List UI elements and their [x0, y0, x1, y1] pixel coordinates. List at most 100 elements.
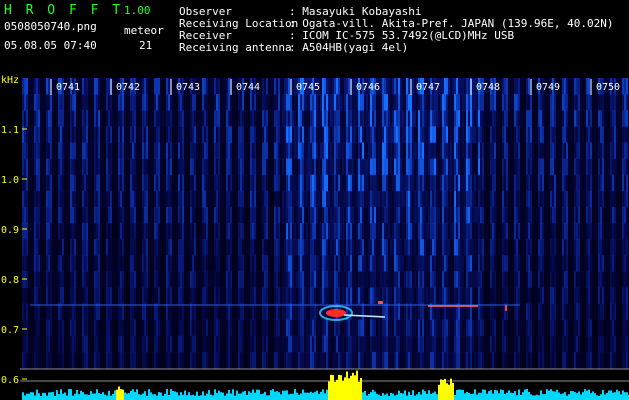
- spectrogram-cell: [528, 110, 530, 127]
- spectrogram-cell: [370, 110, 372, 127]
- spectrogram-cell: [434, 271, 436, 288]
- spectrogram-cell: [334, 223, 336, 240]
- spectrogram-cell: [422, 142, 424, 160]
- spectrogram-cell: [184, 94, 186, 111]
- spectrogram-cell: [38, 110, 40, 127]
- spectrogram-cell: [94, 78, 96, 95]
- spectrogram-cell: [348, 223, 350, 240]
- spectrogram-cell: [230, 239, 232, 256]
- spectrogram-cell: [332, 174, 334, 192]
- spectrogram-cell: [180, 94, 182, 111]
- spectrogram-cell: [450, 287, 452, 305]
- spectrogram-cell: [452, 110, 454, 127]
- spectrogram-cell: [420, 94, 422, 111]
- spectrogram-cell: [462, 94, 464, 111]
- spectrogram-cell: [284, 319, 286, 337]
- spectrogram-cell: [242, 255, 244, 272]
- spectrogram-cell: [342, 142, 344, 160]
- spectrogram-cell: [248, 287, 250, 305]
- spectrogram-cell: [558, 271, 560, 288]
- spectrogram-cell: [376, 174, 378, 192]
- spectrogram-cell: [338, 239, 340, 256]
- spectrogram-cell: [64, 319, 66, 337]
- spectrogram-cell: [38, 158, 40, 176]
- spectrogram-cell: [152, 158, 154, 176]
- spectrogram-cell: [410, 335, 412, 353]
- spectrogram-cell: [170, 239, 172, 256]
- spectrogram-cell: [260, 142, 262, 160]
- spectrogram-cell: [554, 335, 556, 353]
- spectrogram-cell: [278, 126, 280, 143]
- spectrogram-cell: [504, 335, 506, 353]
- spectrogram-cell: [498, 335, 500, 353]
- spectrogram-cell: [274, 239, 276, 256]
- spectrogram-cell: [228, 351, 230, 369]
- spectrogram-cell: [568, 351, 570, 369]
- spectrogram-cell: [394, 110, 396, 127]
- spectrogram-cell: [548, 271, 550, 288]
- spectrogram-cell: [478, 223, 480, 240]
- spectrogram-cell: [194, 255, 196, 272]
- spectrogram-cell: [314, 255, 316, 272]
- spectrogram-cell: [520, 287, 522, 305]
- spectrogram-cell: [382, 206, 384, 224]
- spectrogram-cell: [340, 287, 342, 305]
- spectrogram-cell: [312, 94, 314, 111]
- spectrogram-cell: [130, 303, 132, 321]
- spectrogram-cell: [336, 126, 338, 143]
- spectrogram-cell: [452, 335, 454, 353]
- spectrogram-cell: [104, 335, 106, 353]
- spectrogram-cell: [410, 271, 412, 288]
- spectrogram-cell: [486, 287, 488, 305]
- spectrogram-cell: [168, 190, 170, 208]
- spectrogram-cell: [524, 174, 526, 192]
- spectrogram-cell: [482, 223, 484, 240]
- spectrogram-cell: [398, 174, 400, 192]
- spectrogram-cell: [90, 206, 92, 224]
- spectrogram-cell: [552, 239, 554, 256]
- spectrogram-cell: [416, 142, 418, 160]
- spectrogram-cell: [524, 94, 526, 111]
- spectrogram-cell: [530, 287, 532, 305]
- spectrogram-cell: [352, 271, 354, 288]
- spectrogram-cell: [554, 142, 556, 160]
- spectrogram-cell: [56, 351, 58, 369]
- spectrogram-cell: [394, 303, 396, 321]
- spectrogram-cell: [346, 319, 348, 337]
- spectrogram-cell: [528, 351, 530, 369]
- spectrogram-cell: [468, 190, 470, 208]
- spectrogram-cell: [490, 94, 492, 111]
- spectrogram-cell: [36, 158, 38, 176]
- spectrogram-cell: [146, 335, 148, 353]
- spectrogram-cell: [230, 126, 232, 143]
- spectrogram-cell: [132, 255, 134, 272]
- spectrogram-cell: [70, 319, 72, 337]
- spectrogram-cell: [188, 158, 190, 176]
- spectrogram-cell: [172, 174, 174, 192]
- spectrogram-cell: [314, 239, 316, 256]
- spectrogram-cell: [198, 142, 200, 160]
- spectrogram-cell: [320, 142, 322, 160]
- spectrogram-cell: [428, 223, 430, 240]
- spectrogram-cell: [550, 94, 552, 111]
- spectrogram-cell: [196, 94, 198, 111]
- spectrogram-cell: [324, 351, 326, 369]
- spectrogram-cell: [62, 255, 64, 272]
- spectrogram-cell: [428, 287, 430, 305]
- spectrogram-cell: [468, 319, 470, 337]
- spectrogram-cell: [542, 319, 544, 337]
- spectrogram-cell: [28, 126, 30, 143]
- spectrogram-cell: [140, 206, 142, 224]
- spectrogram-cell: [404, 319, 406, 337]
- spectrogram-cell: [454, 190, 456, 208]
- spectrogram-cell: [62, 126, 64, 143]
- spectrogram-cell: [318, 190, 320, 208]
- spectrogram-cell: [486, 223, 488, 240]
- spectrogram-cell: [508, 126, 510, 143]
- spectrogram-cell: [348, 239, 350, 256]
- spectrogram-cell: [342, 223, 344, 240]
- spectrogram-cell: [396, 142, 398, 160]
- spectrogram-cell: [442, 174, 444, 192]
- spectrogram-cell: [526, 174, 528, 192]
- spectrogram-cell: [354, 206, 356, 224]
